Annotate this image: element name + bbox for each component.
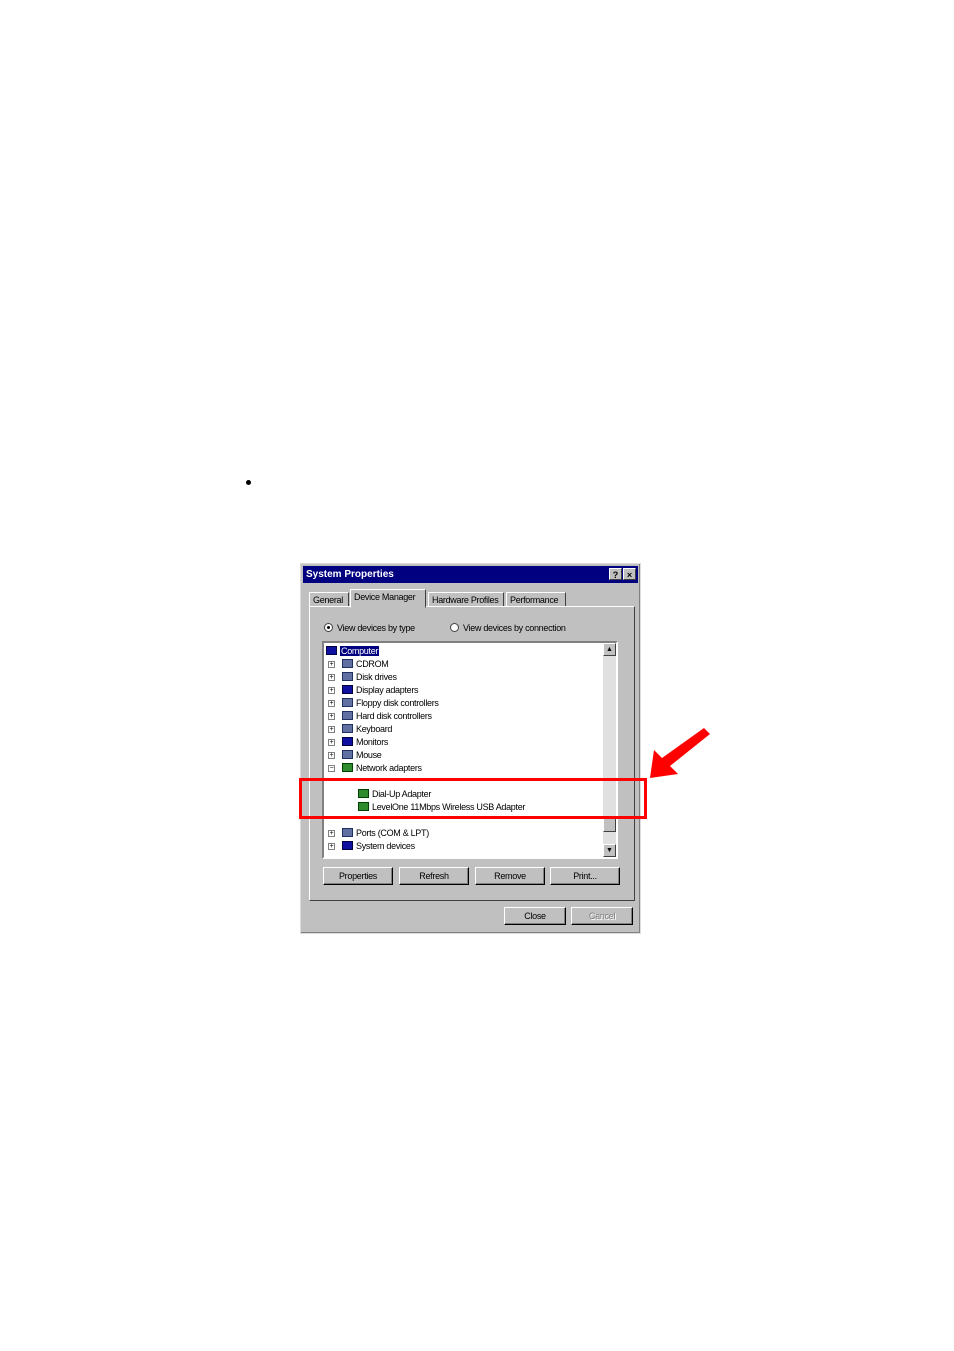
expand-icon[interactable]: + bbox=[328, 700, 335, 707]
bullet-point bbox=[246, 480, 251, 485]
tree-item-keyboard[interactable]: + Keyboard bbox=[326, 723, 392, 736]
pointer-arrow-icon bbox=[650, 728, 710, 778]
tree-item-disk-drives[interactable]: + Disk drives bbox=[326, 671, 397, 684]
tree-item-label: Mouse bbox=[356, 750, 382, 760]
floppy-controller-icon bbox=[342, 698, 353, 707]
tree-item-label: Keyboard bbox=[356, 724, 393, 734]
expand-icon[interactable]: + bbox=[328, 687, 335, 694]
refresh-button[interactable]: Refresh bbox=[399, 867, 469, 885]
help-button[interactable]: ? bbox=[609, 568, 622, 580]
title-bar: System Properties ? × bbox=[303, 566, 638, 583]
system-properties-window: System Properties ? × General Device Man… bbox=[300, 563, 641, 934]
keyboard-icon bbox=[342, 724, 353, 733]
computer-icon bbox=[326, 646, 337, 655]
tree-item-label: Floppy disk controllers bbox=[356, 698, 439, 708]
expand-icon[interactable]: + bbox=[328, 661, 335, 668]
collapse-icon[interactable]: − bbox=[328, 765, 335, 772]
scroll-thumb[interactable] bbox=[603, 818, 616, 832]
monitor-icon bbox=[342, 737, 353, 746]
tree-item-label: System devices bbox=[356, 841, 415, 851]
expand-icon[interactable]: + bbox=[328, 739, 335, 746]
tree-item-label: Disk drives bbox=[356, 672, 397, 682]
system-device-icon bbox=[342, 841, 353, 850]
scroll-down-arrow-icon[interactable]: ▼ bbox=[603, 844, 616, 857]
tree-item-label: Monitors bbox=[356, 737, 389, 747]
expand-icon[interactable]: + bbox=[328, 830, 335, 837]
highlight-box bbox=[299, 778, 647, 819]
tree-item-cdrom[interactable]: + CDROM bbox=[326, 658, 389, 671]
properties-button[interactable]: Properties bbox=[323, 867, 393, 885]
radio-selected-icon bbox=[324, 623, 333, 632]
expand-icon[interactable]: + bbox=[328, 726, 335, 733]
window-title: System Properties bbox=[306, 569, 394, 580]
tree-item-display-adapters[interactable]: + Display adapters bbox=[326, 684, 419, 697]
display-adapter-icon bbox=[342, 685, 353, 694]
expand-icon[interactable]: + bbox=[328, 713, 335, 720]
expand-icon[interactable]: + bbox=[328, 843, 335, 850]
view-by-connection-label: View devices by connection bbox=[463, 623, 566, 633]
device-manager-panel: View devices by type View devices by con… bbox=[309, 606, 635, 901]
tree-scrollbar[interactable]: ▲ ▼ bbox=[603, 643, 616, 857]
view-by-connection-option[interactable]: View devices by connection bbox=[450, 623, 566, 633]
mouse-icon bbox=[342, 750, 353, 759]
tree-item-label: CDROM bbox=[356, 659, 389, 669]
cancel-button[interactable]: Cancel bbox=[571, 907, 633, 925]
scroll-up-arrow-icon[interactable]: ▲ bbox=[603, 643, 616, 656]
tree-item-system-devices[interactable]: + System devices bbox=[326, 840, 415, 853]
tree-item-mouse[interactable]: + Mouse bbox=[326, 749, 382, 762]
tab-general[interactable]: General bbox=[309, 592, 349, 607]
expand-icon[interactable]: + bbox=[328, 752, 335, 759]
tree-root-computer[interactable]: Computer bbox=[326, 645, 380, 658]
tree-item-hard-disk-controllers[interactable]: + Hard disk controllers bbox=[326, 710, 432, 723]
tree-item-label: Hard disk controllers bbox=[356, 711, 432, 721]
tree-item-floppy-controllers[interactable]: + Floppy disk controllers bbox=[326, 697, 439, 710]
remove-button[interactable]: Remove bbox=[475, 867, 545, 885]
tree-item-ports[interactable]: + Ports (COM & LPT) bbox=[326, 827, 429, 840]
tree-item-monitors[interactable]: + Monitors bbox=[326, 736, 388, 749]
network-adapter-icon bbox=[342, 763, 353, 772]
disk-drive-icon bbox=[342, 672, 353, 681]
radio-empty-icon bbox=[450, 623, 459, 632]
cdrom-icon bbox=[342, 659, 353, 668]
expand-icon[interactable]: + bbox=[328, 674, 335, 681]
close-window-button[interactable]: × bbox=[623, 568, 636, 580]
tab-performance[interactable]: Performance bbox=[506, 592, 566, 607]
tree-item-network-adapters[interactable]: − Network adapters bbox=[326, 762, 422, 775]
tree-item-label: Ports (COM & LPT) bbox=[356, 828, 429, 838]
tree-item-label: Display adapters bbox=[356, 685, 419, 695]
view-by-type-option[interactable]: View devices by type bbox=[324, 623, 415, 633]
close-button[interactable]: Close bbox=[504, 907, 566, 925]
tree-root-label: Computer bbox=[340, 646, 380, 656]
print-button[interactable]: Print... bbox=[550, 867, 620, 885]
tree-item-label: Network adapters bbox=[356, 763, 422, 773]
view-by-type-label: View devices by type bbox=[337, 623, 415, 633]
port-icon bbox=[342, 828, 353, 837]
tab-hardware-profiles[interactable]: Hardware Profiles bbox=[428, 592, 504, 607]
tab-device-manager[interactable]: Device Manager bbox=[350, 589, 426, 608]
device-tree[interactable]: Computer + CDROM + Disk drives + Display… bbox=[322, 641, 618, 859]
hard-disk-controller-icon bbox=[342, 711, 353, 720]
